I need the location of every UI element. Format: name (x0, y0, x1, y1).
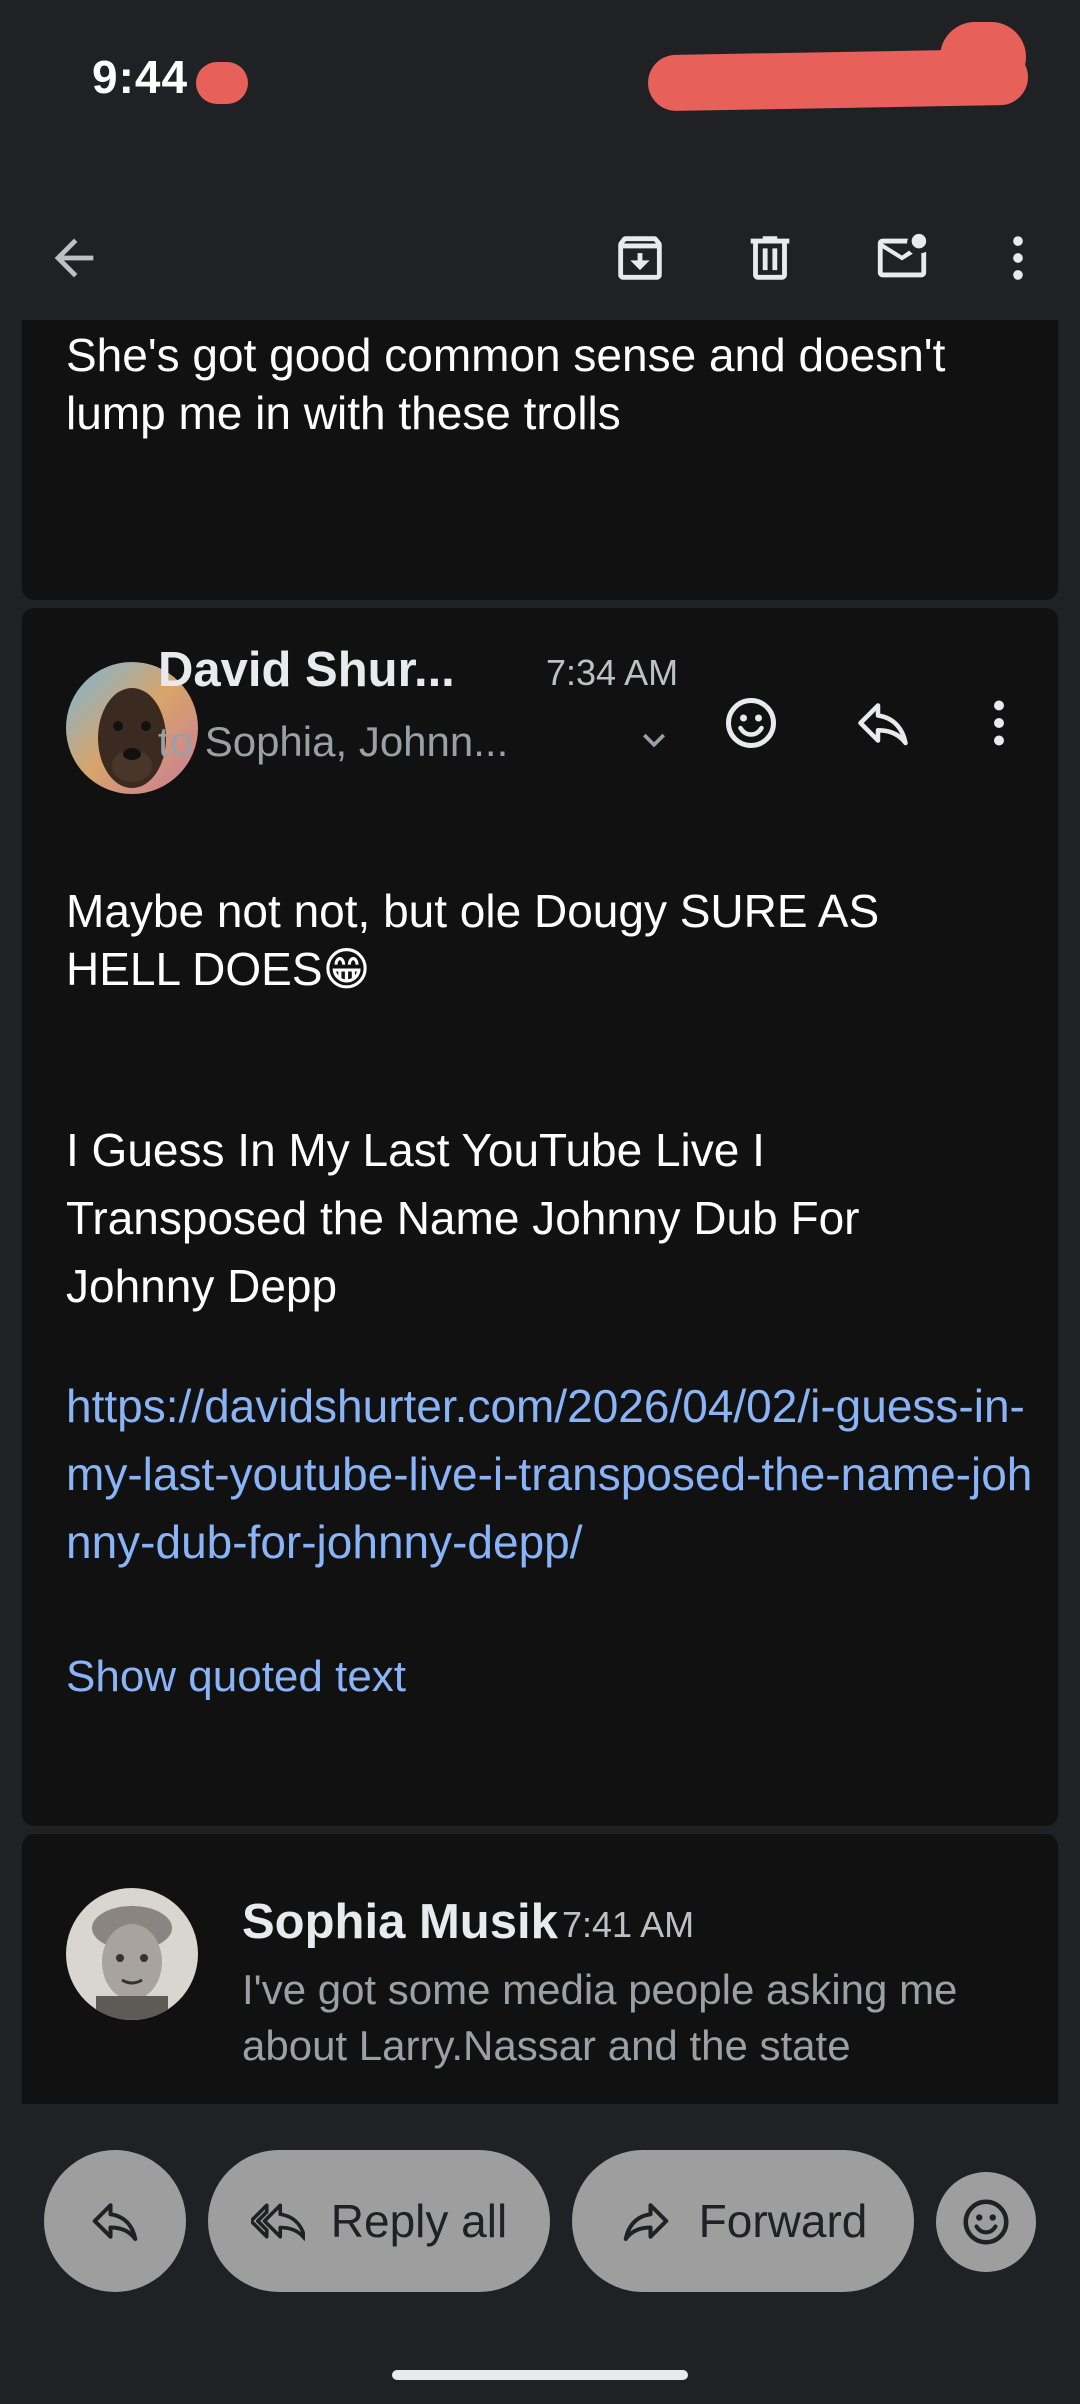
message-link[interactable]: https://davidshurter.com/2026/04/02/i-gu… (66, 1372, 1056, 1576)
reply-button[interactable] (44, 2150, 186, 2292)
reply-button[interactable] (848, 688, 918, 758)
sender-name: David Shur... (158, 643, 455, 697)
react-button[interactable] (936, 2172, 1036, 2272)
more-options-button[interactable] (978, 218, 1058, 298)
reply-icon (858, 703, 908, 746)
arrow-left-icon (54, 238, 94, 278)
home-indicator[interactable] (392, 2370, 688, 2380)
message-time: 7:41 AM (562, 1904, 695, 1945)
archive-button[interactable] (600, 218, 680, 298)
add-reaction-button[interactable] (716, 688, 786, 758)
message-card-expanded: David Shur... 7:34 AM to Sophia, Johnn..… (22, 608, 1058, 1826)
emoji-icon (963, 2199, 1009, 2245)
redaction-mark (196, 62, 248, 104)
message-snippet: I've got some media people asking me abo… (242, 1966, 958, 2069)
more-vert-icon (1013, 236, 1023, 280)
message-time: 7:34 AM (546, 652, 679, 693)
redaction-mark (940, 22, 1026, 92)
forward-button[interactable]: Forward (572, 2150, 914, 2292)
reply-all-label: Reply all (330, 2195, 508, 2247)
show-quoted-text-link[interactable]: Show quoted text (66, 1648, 406, 1706)
more-vert-icon (994, 700, 1004, 746)
chevron-down-icon (643, 733, 665, 748)
delete-button[interactable] (730, 218, 810, 298)
forward-icon (623, 2203, 668, 2242)
status-time: 9:44 (92, 51, 189, 103)
recipients-expand-chevron[interactable] (632, 718, 676, 762)
message-card-collapsed[interactable]: Sophia Musik 7:41 AM I've got some media… (22, 1834, 1058, 2104)
archive-icon (618, 236, 662, 280)
trash-icon (750, 236, 790, 280)
bottom-action-bar: Reply all Forward (0, 2104, 1080, 2404)
status-bar: 9:44 (0, 0, 1080, 150)
recipients[interactable]: to Sophia, Johnn... (158, 718, 508, 766)
back-button[interactable] (34, 218, 114, 298)
top-toolbar (0, 190, 1080, 330)
portrait-avatar-image (66, 1888, 198, 2020)
reply-all-icon (250, 2203, 305, 2241)
message-paragraph: I Guess In My Last YouTube Live I Transp… (66, 1124, 860, 1312)
emoji-icon (726, 698, 776, 748)
reply-icon (92, 2203, 138, 2242)
message-body: She's got good common sense and doesn't … (66, 329, 946, 439)
reply-all-button[interactable]: Reply all (208, 2150, 550, 2292)
message-card[interactable]: She's got good common sense and doesn't … (22, 320, 1058, 600)
mark-unread-button[interactable] (862, 218, 942, 298)
mail-unread-icon (877, 233, 927, 278)
message-more-button[interactable] (964, 688, 1034, 758)
message-paragraph: Maybe not not, but ole Dougy SURE AS HEL… (66, 885, 880, 995)
forward-label: Forward (698, 2195, 868, 2247)
avatar[interactable] (66, 1888, 198, 2020)
sender-name: Sophia Musik (242, 1895, 558, 1949)
